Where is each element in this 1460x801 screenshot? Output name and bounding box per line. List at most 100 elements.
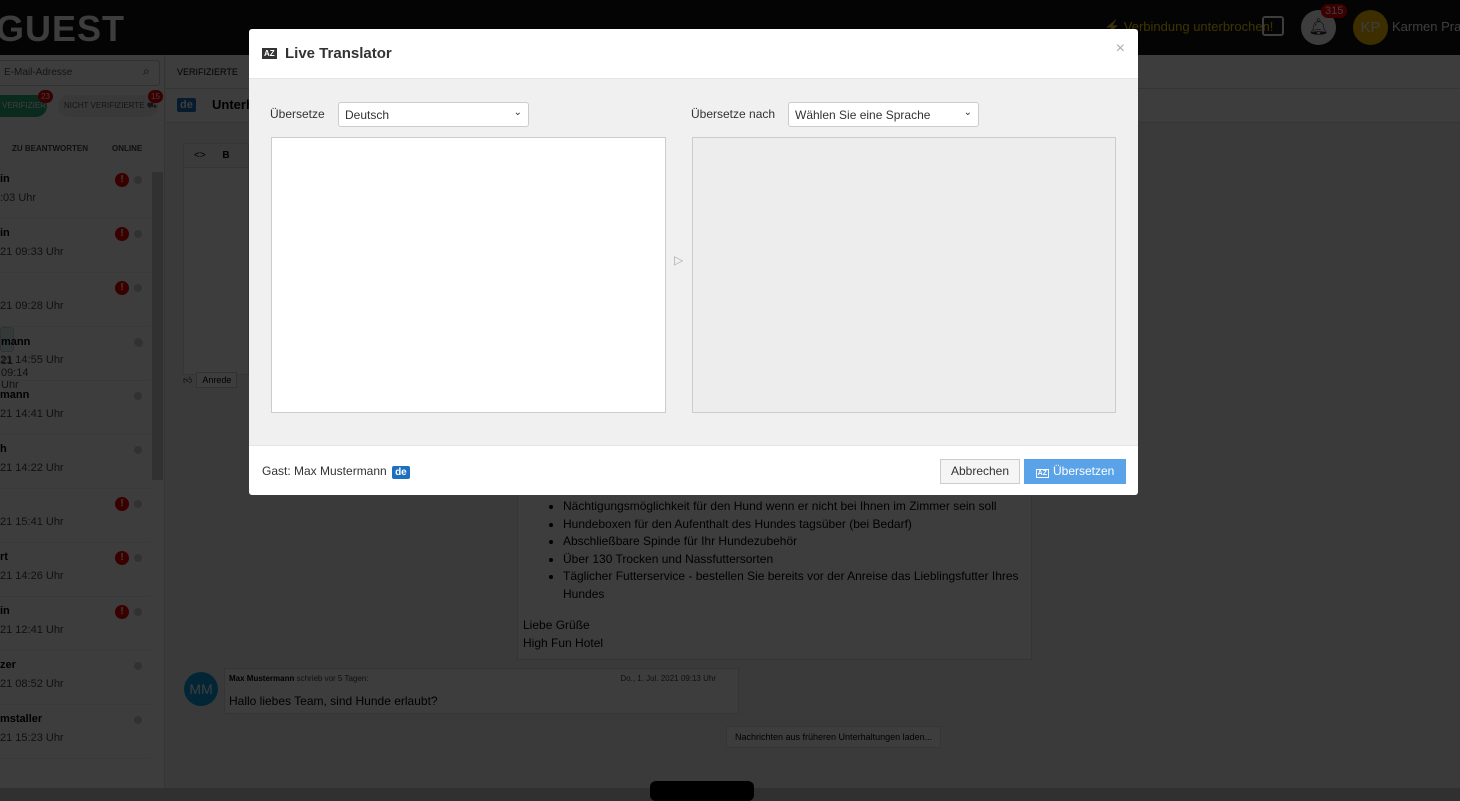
message-text: Hallo liebes Team, sind Hunde erlaubt? <box>229 694 438 708</box>
code-button[interactable]: <> <box>194 150 206 161</box>
warning-icon: ! <box>115 497 129 511</box>
status-dot <box>134 500 142 508</box>
guest-avatar: MM <box>184 672 218 706</box>
status-dot <box>134 716 142 724</box>
sidebar-tabs: ZU BEANTWORTEN ONLINE <box>0 139 165 161</box>
conversation-item[interactable]: h 21 14:22 Uhr <box>0 435 150 489</box>
status-dot <box>134 176 142 184</box>
message-date: Do., 1. Jul. 2021 09:13 Uhr <box>620 674 716 683</box>
conversation-time: 21 14:22 Uhr <box>0 462 64 474</box>
source-language-select[interactable]: Deutsch ⌄ <box>338 102 529 127</box>
conversation-item[interactable]: in 21 12:41 Uhr! <box>0 597 150 651</box>
user-name[interactable]: Karmen Pram <box>1392 19 1460 34</box>
source-label: Übersetze <box>270 107 325 121</box>
status-dot <box>134 392 142 400</box>
tab-zu-beantworten[interactable]: ZU BEANTWORTEN <box>12 144 88 153</box>
search-icon[interactable]: ⌕ <box>143 64 150 79</box>
unverified-button[interactable]: NICHT VERIFIZIERTE ⛟ <box>58 95 158 117</box>
anrede-button[interactable]: Anrede <box>196 372 238 388</box>
tab-online[interactable]: ONLINE <box>112 144 142 153</box>
feature-item: Täglicher Futterservice - bestellen Sie … <box>563 568 1026 603</box>
live-translator-modal: AZ Live Translator × Übersetze Deutsch ⌄ … <box>249 29 1138 495</box>
conversation-item[interactable]: rt 21 14:26 Uhr! <box>0 543 150 597</box>
conversation-name: zer <box>0 659 16 671</box>
warning-icon: ! <box>115 281 129 295</box>
status-dot <box>134 662 142 670</box>
source-language-value: Deutsch <box>345 108 390 122</box>
hotel-message: Nächtigungsmöglichkeit für den Hund wenn… <box>517 485 1032 660</box>
feature-item: Hundeboxen für den Aufenthalt des Hundes… <box>563 516 1026 534</box>
conversation-time: 21 14:41 Uhr <box>0 408 64 420</box>
conversation-title: Unterh <box>212 97 254 112</box>
message-meta: schrieb vor 5 Tagen: <box>294 674 369 683</box>
conversation-time: 21 14:26 Uhr <box>0 570 64 582</box>
conversation-item[interactable]: mann 21 14:41 Uhr <box>0 381 150 435</box>
bold-button[interactable]: B <box>222 150 229 161</box>
message-author: Max Mustermann <box>229 674 295 683</box>
guest-language-tag: de <box>392 466 410 479</box>
conversation-name: in <box>0 227 10 239</box>
conversation-time: 21 12:41 Uhr <box>0 624 64 636</box>
arrow-right-icon: ▷ <box>674 253 684 267</box>
conversation-time: :03 Uhr <box>0 192 37 204</box>
tab-verified[interactable]: VERIFIZIERTE <box>177 67 238 77</box>
chevron-down-icon: ⌄ <box>513 107 522 118</box>
status-dot <box>134 338 142 346</box>
close-icon[interactable]: × <box>1116 40 1125 58</box>
warning-icon: ! <box>115 551 129 565</box>
sidebar: E-Mail-Adresse ⌕ VERIFIZIERTE ⛟ 23 NICHT… <box>0 55 165 788</box>
target-language-value: Wählen Sie eine Sprache <box>795 108 931 122</box>
bottom-button[interactable] <box>650 781 754 801</box>
translate-icon: AZ <box>262 48 277 59</box>
conversation-time: 21 15:41 Uhr <box>0 516 64 528</box>
conversation-time: 21 14:55 Uhr <box>0 354 64 366</box>
conversation-item[interactable]: 21 15:41 Uhr! <box>0 489 150 543</box>
conversation-name: h <box>0 443 7 455</box>
conversation-item[interactable]: in:03 Uhr! <box>0 165 150 219</box>
conversation-list: in:03 Uhr! in 21 09:33 Uhr! 21 09:28 Uhr! ma… <box>0 165 150 759</box>
chevron-down-icon: ⌄ <box>963 107 972 118</box>
status-dot <box>134 554 142 562</box>
feature-item: Nächtigungsmöglichkeit für den Hund wenn… <box>563 498 1026 516</box>
target-label: Übersetze nach <box>691 107 776 121</box>
conversation-time: 21 08:52 Uhr <box>0 678 64 690</box>
modal-title: Live Translator <box>285 45 392 62</box>
conversation-name: mstaller <box>0 713 43 725</box>
language-tag[interactable]: de <box>177 98 196 112</box>
conversation-time: 21 15:23 Uhr <box>0 732 64 744</box>
message-editor[interactable]: <> B <box>183 143 249 375</box>
status-dot <box>134 446 142 454</box>
conversation-time: 21 09:33 Uhr <box>0 246 64 258</box>
cancel-button[interactable]: Abbrechen <box>940 459 1020 484</box>
anrede-row: 👍︎ Anrede <box>183 372 238 388</box>
guest-message: Max Mustermann schrieb vor 5 Tagen: Do.,… <box>224 668 739 714</box>
conversation-item[interactable]: mstaller 21 15:23 Uhr <box>0 705 150 759</box>
conversation-item[interactable]: 21 09:28 Uhr! <box>0 273 150 327</box>
conversation-item[interactable]: in 21 09:33 Uhr! <box>0 219 150 273</box>
user-avatar[interactable]: KP <box>1353 10 1388 45</box>
warning-icon: ! <box>115 173 129 187</box>
guest-info: Gast: Max Mustermann de <box>262 464 410 479</box>
target-language-select[interactable]: Wählen Sie eine Sprache ⌄ <box>788 102 979 127</box>
conversation-item[interactable]: 21 14:55 Uhr <box>0 327 150 381</box>
conversation-time: 21 09:28 Uhr <box>0 300 64 312</box>
target-textarea <box>692 137 1116 413</box>
translate-icon: AZ <box>1035 469 1049 478</box>
conversation-item[interactable]: zer 21 08:52 Uhr <box>0 651 150 705</box>
greeting: Liebe Grüße <box>523 618 590 632</box>
translate-button[interactable]: AZ Übersetzen <box>1024 459 1126 484</box>
signature: High Fun Hotel <box>523 635 604 650</box>
guest-label: Gast: Max Mustermann <box>262 464 387 478</box>
status-dot <box>134 608 142 616</box>
printer-icon[interactable] <box>1262 16 1284 36</box>
feature-item: Über 130 Trocken und Nassfuttersorten <box>563 551 1026 569</box>
conversation-name: rt <box>0 551 8 563</box>
scrollbar[interactable] <box>152 172 163 480</box>
warning-icon: ! <box>115 605 129 619</box>
feature-item: Abschließbare Spinde für Ihr Hundezubehö… <box>563 533 1026 551</box>
status-dot <box>134 230 142 238</box>
status-dot <box>134 284 142 292</box>
search-input[interactable]: E-Mail-Adresse <box>0 60 160 86</box>
source-textarea[interactable] <box>271 137 666 413</box>
load-earlier-button[interactable]: Nachrichten aus früheren Unterhaltungen … <box>726 726 942 748</box>
